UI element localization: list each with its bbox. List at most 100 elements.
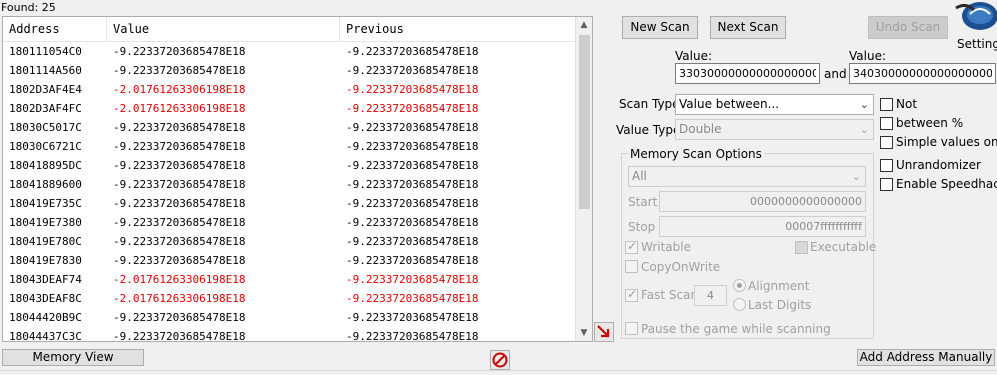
scan-type-label: Scan Type [619,97,680,111]
results-scrollbar[interactable]: ▲ ▼ [575,17,592,341]
speedhack-label: Enable Speedhack [896,177,997,191]
bottom-divider [0,370,997,375]
value-type-select[interactable]: Double ⌄ [675,119,874,140]
table-row[interactable]: 1801114A560 -9.22337203685478E18 -9.223372… [3,61,577,80]
results-list[interactable]: Address Value Previous 180111054C0 -9.223… [2,16,593,342]
between-percent-label: between % [896,116,964,130]
scan-type-value: Value between... [679,97,780,111]
speedhack-checkbox[interactable] [880,178,893,191]
results-rows: 180111054C0 -9.22337203685478E18 -9.223372… [3,42,577,342]
table-row[interactable]: 180419E7830 -9.22337203685478E18 -9.223372… [3,251,577,270]
scroll-down-icon[interactable]: ▼ [576,325,592,341]
table-row[interactable]: 180419E780C -9.22337203685478E18 -9.223372… [3,232,577,251]
unrandomizer-label: Unrandomizer [896,158,981,172]
value-cell: -9.22337203685478E18 [113,178,246,191]
table-row[interactable]: 18043DEAF8C -2.01761263306198E18 -9.223372… [3,289,577,308]
table-row[interactable]: 18030C6721C -9.22337203685478E18 -9.223372… [3,137,577,156]
scroll-thumb[interactable] [579,35,590,209]
address-cell: 18044420B9C [9,311,82,324]
undo-scan-button[interactable]: Undo Scan [868,16,948,39]
previous-cell: -9.22337203685478E18 [346,197,479,210]
chevron-down-icon: ⌄ [859,98,869,111]
start-address-input[interactable]: 0000000000000000 [659,191,866,212]
column-header-address[interactable]: Address [3,17,107,41]
alignment-label: Alignment [748,279,810,293]
not-label: Not [896,97,918,111]
address-cell: 180418895DC [9,159,82,172]
table-row[interactable]: 1802D3AF4FC -2.01761263306198E18 -9.223372… [3,99,577,118]
pause-game-checkbox[interactable] [625,322,638,335]
found-count-label: Found: 25 [1,1,56,14]
stop-address-input[interactable]: 00007fffffffffff [659,216,866,237]
value-cell: -9.22337203685478E18 [113,254,246,267]
fast-scan-checkbox[interactable] [625,287,638,302]
next-scan-button[interactable]: Next Scan [710,16,786,39]
writable-checkbox[interactable] [625,239,638,254]
previous-cell: -9.22337203685478E18 [346,330,479,342]
value-cell: -9.22337203685478E18 [113,140,246,153]
executable-label: Executable [810,240,877,254]
table-row[interactable]: 18043DEAF74 -2.01761263306198E18 -9.223372… [3,270,577,289]
table-row[interactable]: 180111054C0 -9.22337203685478E18 -9.223372… [3,42,577,61]
address-cell: 18041889600 [9,178,82,191]
add-address-manually-button[interactable]: Add Address Manually [857,349,995,366]
value-cell: -9.22337203685478E18 [113,216,246,229]
value-type-label: Value Type [616,123,681,137]
memory-region-select[interactable]: All ⌄ [628,166,866,187]
table-row[interactable]: 180418895DC -9.22337203685478E18 -9.223372… [3,156,577,175]
unrandomizer-checkbox[interactable] [880,159,893,172]
last-digits-radio[interactable] [733,298,746,311]
value-label-2: Value: [849,49,886,63]
address-cell: 18043DEAF74 [9,273,82,286]
table-row[interactable]: 18030C5017C -9.22337203685478E18 -9.223372… [3,118,577,137]
scan-type-select[interactable]: Value between... ⌄ [675,94,874,115]
chevron-down-icon: ⌄ [851,170,861,183]
simple-values-checkbox[interactable] [880,136,893,149]
fast-scan-value-input[interactable]: 4 [694,285,727,306]
chevron-down-icon: ⌄ [859,123,869,136]
settings-label[interactable]: Settings [957,37,997,51]
value-cell: -9.22337203685478E18 [113,64,246,77]
executable-checkbox[interactable] [795,241,808,254]
table-row[interactable]: 18044420B9C -9.22337203685478E18 -9.223372… [3,308,577,327]
value-cell: -9.22337203685478E18 [113,159,246,172]
value-cell: -2.01761263306198E18 [113,83,246,96]
copy-on-write-checkbox[interactable] [625,260,638,273]
previous-cell: -9.22337203685478E18 [346,102,479,115]
between-percent-checkbox[interactable] [880,117,893,130]
address-cell: 18030C6721C [9,140,82,153]
previous-cell: -9.22337203685478E18 [346,121,479,134]
table-row[interactable]: 1802D3AF4E4 -2.01761263306198E18 -9.223372… [3,80,577,99]
last-digits-label: Last Digits [748,298,812,312]
and-label: and [824,67,847,81]
address-cell: 1802D3AF4E4 [9,83,82,96]
previous-cell: -9.22337203685478E18 [346,45,479,58]
value-cell: -9.22337203685478E18 [113,235,246,248]
value-input-1[interactable] [675,63,820,84]
previous-cell: -9.22337203685478E18 [346,254,479,267]
column-header-value[interactable]: Value [107,17,340,41]
column-header-previous[interactable]: Previous [340,17,577,41]
value-cell: -2.01761263306198E18 [113,273,246,286]
new-scan-button[interactable]: New Scan [622,16,698,39]
memory-view-button[interactable]: Memory View [2,349,144,366]
previous-cell: -9.22337203685478E18 [346,311,479,324]
stop-icon[interactable] [490,350,510,370]
not-checkbox[interactable] [880,98,893,111]
value-input-2[interactable] [849,63,996,84]
writable-label: Writable [641,240,691,254]
table-row[interactable]: 180419E735C -9.22337203685478E18 -9.223372… [3,194,577,213]
address-cell: 1801114A560 [9,64,82,77]
table-row[interactable]: 180419E7380 -9.22337203685478E18 -9.223372… [3,213,577,232]
table-row[interactable]: 18044437C3C -9.22337203685478E18 -9.223372… [3,327,577,342]
address-cell: 180419E780C [9,235,82,248]
scroll-up-icon[interactable]: ▲ [576,17,592,33]
pause-game-label: Pause the game while scanning [641,322,831,336]
address-cell: 1802D3AF4FC [9,102,82,115]
table-row[interactable]: 18041889600 -9.22337203685478E18 -9.223372… [3,175,577,194]
previous-cell: -9.22337203685478E18 [346,140,479,153]
cheat-engine-logo-icon[interactable] [952,0,997,36]
alignment-radio[interactable] [733,279,746,292]
memory-region-value: All [632,169,647,183]
add-to-list-arrow-icon[interactable] [594,322,614,342]
